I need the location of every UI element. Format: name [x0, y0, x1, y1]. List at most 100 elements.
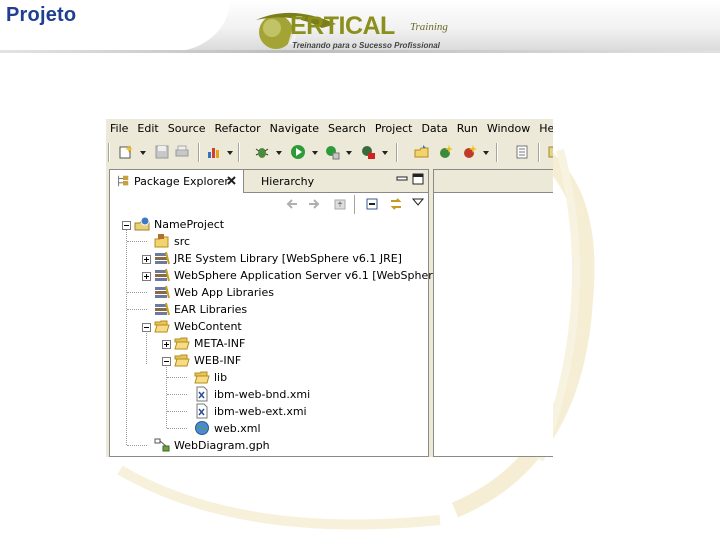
- run-dropdown-arrow[interactable]: [312, 151, 318, 155]
- menu-source[interactable]: Source: [164, 119, 211, 138]
- eclipse-window: File Edit Source Refactor Navigate Searc…: [106, 119, 553, 457]
- tree-item-ear-libraries[interactable]: EAR Libraries: [110, 301, 428, 318]
- web-diagram-icon: [154, 438, 170, 452]
- web-xml-icon: [195, 421, 209, 435]
- toolbar-separator: [198, 143, 200, 162]
- stop-profile-icon[interactable]: [360, 144, 376, 160]
- expand-icon[interactable]: [142, 255, 151, 264]
- menu-file[interactable]: File: [106, 119, 133, 138]
- open-folder-icon: [154, 320, 170, 333]
- profile-dropdown-arrow[interactable]: [382, 151, 388, 155]
- tree-item-web-xml[interactable]: web.xml: [110, 420, 428, 437]
- tree-item-src[interactable]: src: [110, 233, 428, 250]
- tree-item-nameproject[interactable]: NameProject: [110, 216, 428, 233]
- tab-hierarchy[interactable]: Hierarchy: [261, 175, 314, 188]
- tree-item-label: web.xml: [214, 422, 261, 435]
- tree-item-web-inf[interactable]: WEB-INF: [110, 352, 428, 369]
- tree-item-websphere-server[interactable]: WebSphere Application Server v6.1 [WebSp…: [110, 267, 457, 284]
- server-chart-icon[interactable]: [206, 144, 222, 160]
- tree-item-label: META-INF: [194, 337, 246, 350]
- tree-item-label: WebSphere Application Server v6.1 [WebSp…: [174, 269, 458, 282]
- forward-icon[interactable]: [306, 196, 322, 212]
- library-icon: [155, 285, 170, 299]
- source-folder-icon: [154, 234, 169, 248]
- toolbar-separator: [396, 143, 398, 162]
- save-icon[interactable]: [154, 144, 170, 160]
- new-web-icon[interactable]: [462, 144, 478, 160]
- minimize-icon[interactable]: [396, 173, 408, 185]
- new-web-dropdown-arrow[interactable]: [483, 151, 489, 155]
- close-icon[interactable]: [226, 175, 237, 186]
- menu-edit[interactable]: Edit: [133, 119, 163, 138]
- tree-item-webdiagram[interactable]: WebDiagram.gph: [110, 437, 428, 454]
- tree-item-label: Web App Libraries: [174, 286, 274, 299]
- view-menu-icon[interactable]: [412, 197, 424, 207]
- tree-guide-line: [127, 292, 147, 294]
- back-icon[interactable]: [284, 196, 300, 212]
- expand-icon[interactable]: [162, 340, 171, 349]
- tree-item-webcontent[interactable]: WebContent: [110, 318, 428, 335]
- tree-item-label: ibm-web-bnd.xmi: [214, 388, 311, 401]
- chart-dropdown-arrow[interactable]: [227, 151, 233, 155]
- tree-guide-line: [167, 428, 187, 430]
- library-icon: [155, 268, 170, 282]
- task-list-icon[interactable]: [514, 144, 530, 160]
- menu-navigate[interactable]: Navigate: [266, 119, 324, 138]
- maximize-icon[interactable]: [412, 173, 424, 185]
- tree-item-label: lib: [214, 371, 228, 384]
- tree-item-label: WEB-INF: [194, 354, 242, 367]
- menu-run[interactable]: Run: [453, 119, 483, 138]
- main-toolbar: [106, 140, 553, 166]
- tree-item-label: ibm-web-ext.xmi: [214, 405, 307, 418]
- up-icon[interactable]: [332, 196, 348, 212]
- menu-search[interactable]: Search: [324, 119, 371, 138]
- tree-item-lib[interactable]: lib: [110, 369, 428, 386]
- new-wizard-icon[interactable]: [118, 144, 134, 160]
- tree-item-label: JRE System Library [WebSphere v6.1 JRE]: [174, 252, 402, 265]
- overflow-tool-icon[interactable]: [546, 144, 553, 160]
- tree-item-label: WebContent: [174, 320, 242, 333]
- tree-guide-line: [167, 411, 187, 413]
- tree-item-ibm-web-bnd[interactable]: ibm-web-bnd.xmi: [110, 386, 428, 403]
- new-dropdown-arrow[interactable]: [140, 151, 146, 155]
- tree-item-jre-library[interactable]: JRE System Library [WebSphere v6.1 JRE]: [110, 250, 428, 267]
- library-icon: [155, 302, 170, 316]
- menu-window[interactable]: Window: [483, 119, 535, 138]
- toolbar-separator: [108, 143, 110, 162]
- tree-item-web-app-libraries[interactable]: Web App Libraries: [110, 284, 428, 301]
- debug-icon[interactable]: [254, 144, 270, 160]
- view-toolbar: [110, 193, 428, 215]
- collapse-icon[interactable]: [122, 221, 131, 230]
- menu-help[interactable]: Help: [535, 119, 553, 138]
- link-with-editor-icon[interactable]: [388, 196, 404, 212]
- tree-guide-line: [167, 394, 187, 396]
- view-tab-bar: Package Explorer Hierarchy: [110, 170, 428, 193]
- collapse-all-icon[interactable]: [364, 196, 380, 212]
- toolbar-separator: [496, 143, 498, 162]
- debug-dropdown-arrow[interactable]: [276, 151, 282, 155]
- open-folder-icon: [174, 354, 190, 367]
- print-icon[interactable]: [174, 144, 190, 160]
- tree-item-meta-inf[interactable]: META-INF: [110, 335, 428, 352]
- xmi-file-icon: [196, 403, 208, 419]
- menu-project[interactable]: Project: [371, 119, 418, 138]
- menu-data[interactable]: Data: [417, 119, 452, 138]
- open-type-icon[interactable]: [414, 144, 430, 160]
- tab-package-explorer-label: Package Explorer: [134, 175, 229, 188]
- collapse-icon[interactable]: [142, 323, 151, 332]
- toolbar-separator: [238, 143, 240, 162]
- tree-guide-line: [127, 309, 147, 311]
- tree-item-ibm-web-ext[interactable]: ibm-web-ext.xmi: [110, 403, 428, 420]
- toolbar-separator: [538, 143, 540, 162]
- menu-refactor[interactable]: Refactor: [211, 119, 266, 138]
- run-external-icon[interactable]: [324, 144, 340, 160]
- new-class-icon[interactable]: [438, 144, 454, 160]
- collapse-icon[interactable]: [162, 357, 171, 366]
- run-icon[interactable]: [290, 144, 306, 160]
- tab-package-explorer[interactable]: Package Explorer: [110, 170, 244, 193]
- external-dropdown-arrow[interactable]: [346, 151, 352, 155]
- tree-guide-line: [127, 241, 147, 243]
- tree-item-label: src: [174, 235, 191, 248]
- folder-icon: [194, 371, 210, 384]
- expand-icon[interactable]: [142, 272, 151, 281]
